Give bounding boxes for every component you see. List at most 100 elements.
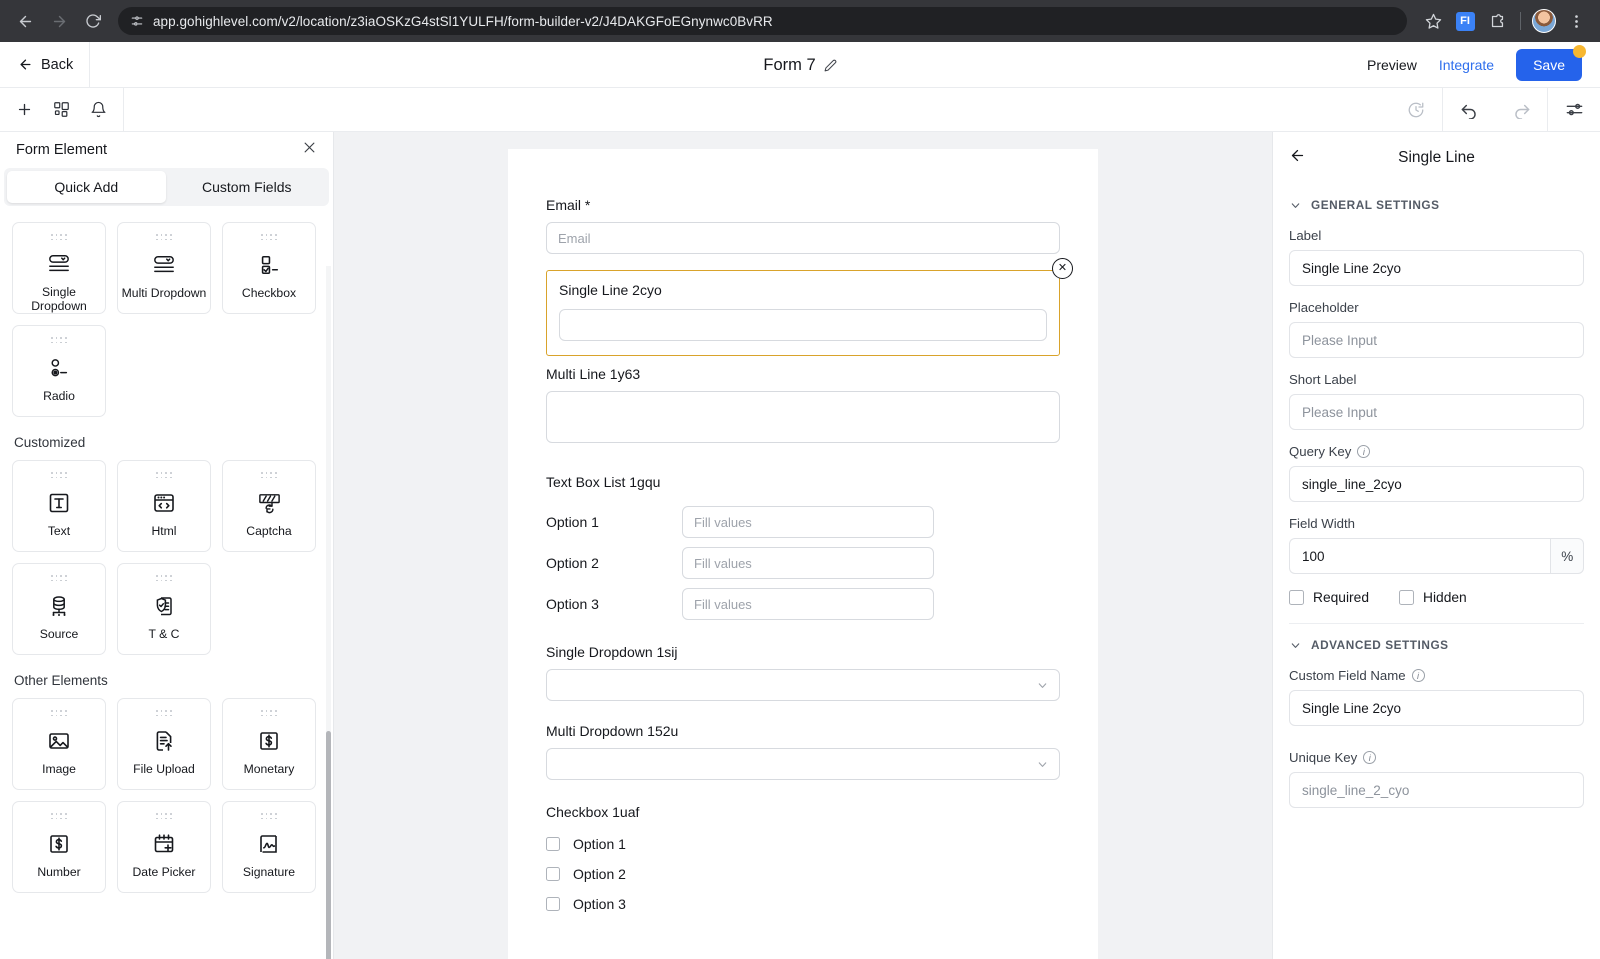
custom-field-name-input[interactable]	[1289, 690, 1584, 726]
field-width-input[interactable]	[1289, 538, 1550, 574]
radio-icon	[46, 351, 72, 385]
advanced-settings-header[interactable]: ADVANCED SETTINGS	[1289, 638, 1584, 652]
captcha-icon	[257, 486, 282, 520]
checkbox-option[interactable]: Option 1	[546, 836, 1060, 852]
hidden-checkbox[interactable]: Hidden	[1399, 590, 1467, 605]
info-icon[interactable]: i	[1357, 445, 1370, 458]
sliders-icon[interactable]	[1548, 88, 1600, 132]
query-key-input[interactable]	[1289, 466, 1584, 502]
element-tile-source[interactable]: Source	[12, 563, 106, 655]
multi-dropdown-select[interactable]	[546, 748, 1060, 780]
required-checkbox[interactable]: Required	[1289, 590, 1369, 605]
browser-forward-button[interactable]	[44, 6, 74, 36]
star-icon[interactable]	[1419, 7, 1447, 35]
setting-unique-key-text: Unique Key	[1289, 750, 1357, 765]
multi-dropdown-icon	[151, 248, 177, 282]
element-tile-label: File Upload	[133, 762, 195, 776]
browser-reload-button[interactable]	[78, 6, 108, 36]
field-checkbox-group-label: Checkbox 1uaf	[546, 804, 1060, 820]
single-dropdown-select[interactable]	[546, 669, 1060, 701]
element-tile-html[interactable]: Html	[117, 460, 211, 552]
info-icon[interactable]: i	[1363, 751, 1376, 764]
field-email-label-text: Email	[546, 197, 581, 213]
checkbox-icon[interactable]	[546, 897, 560, 911]
kebab-menu-icon[interactable]	[1562, 7, 1590, 35]
address-bar[interactable]: app.gohighlevel.com/v2/location/z3iaOSKz…	[118, 7, 1407, 35]
text-box-list-row: Option 1	[546, 506, 1060, 538]
checkbox-icon[interactable]	[1399, 590, 1414, 605]
element-tile-multi-dropdown[interactable]: Multi Dropdown	[117, 222, 211, 314]
element-tile-date-picker[interactable]: Date Picker	[117, 801, 211, 893]
text-box-list-input[interactable]	[682, 588, 934, 620]
chrome-divider	[1520, 12, 1521, 30]
element-tile-label: Single Dropdown	[13, 285, 105, 313]
remove-field-icon[interactable]: ✕	[1052, 258, 1073, 279]
tab-quick-add[interactable]: Quick Add	[7, 171, 166, 203]
section-label-customized: Customized	[14, 435, 319, 450]
short-label-input[interactable]	[1289, 394, 1584, 430]
text-box-list-input[interactable]	[682, 506, 934, 538]
unique-key-input[interactable]	[1289, 772, 1584, 808]
setting-query-key-text: Query Key	[1289, 444, 1351, 459]
field-text-box-list-label: Text Box List 1gqu	[546, 474, 1060, 490]
element-tile-text[interactable]: Text	[12, 460, 106, 552]
url-text: app.gohighlevel.com/v2/location/z3iaOSKz…	[153, 14, 773, 29]
preview-button[interactable]: Preview	[1367, 57, 1417, 73]
bell-icon[interactable]	[90, 101, 107, 118]
panel-scrollbar-thumb[interactable]	[326, 731, 331, 959]
checkbox-option[interactable]: Option 2	[546, 866, 1060, 882]
element-tile-single-dropdown[interactable]: Single Dropdown	[12, 222, 106, 314]
pencil-icon[interactable]	[824, 59, 837, 72]
element-tile-signature[interactable]: Signature	[222, 801, 316, 893]
field-multi-line[interactable]: Multi Line 1y63	[546, 366, 1060, 448]
close-icon[interactable]	[302, 140, 317, 160]
field-multi-line-label: Multi Line 1y63	[546, 366, 1060, 382]
text-box-list-input[interactable]	[682, 547, 934, 579]
element-tile-image[interactable]: Image	[12, 698, 106, 790]
save-button[interactable]: Save	[1516, 49, 1582, 81]
text-icon	[47, 486, 71, 520]
checkbox-icon[interactable]	[546, 867, 560, 881]
field-settings-panel: Single Line GENERAL SETTINGS Label Place…	[1272, 132, 1600, 959]
components-icon[interactable]	[53, 101, 70, 118]
site-settings-icon[interactable]	[130, 14, 144, 28]
browser-back-button[interactable]	[10, 6, 40, 36]
drag-grip-icon	[261, 234, 277, 243]
email-input[interactable]	[546, 222, 1060, 254]
element-tile-captcha[interactable]: Captcha	[222, 460, 316, 552]
tab-custom-fields[interactable]: Custom Fields	[168, 171, 327, 203]
checkbox-icon[interactable]	[1289, 590, 1304, 605]
extensions-icon[interactable]	[1483, 7, 1511, 35]
history-clock-icon[interactable]	[1390, 88, 1442, 132]
element-tile-number[interactable]: Number	[12, 801, 106, 893]
field-multi-dropdown[interactable]: Multi Dropdown 152u	[546, 723, 1060, 780]
single-line-input[interactable]	[559, 309, 1047, 341]
element-tile-file-upload[interactable]: File Upload	[117, 698, 211, 790]
extension-badge-fi[interactable]: FI	[1451, 7, 1479, 35]
checkbox-icon[interactable]	[546, 837, 560, 851]
redo-icon[interactable]	[1495, 88, 1547, 132]
multi-line-textarea[interactable]	[546, 391, 1060, 443]
placeholder-input[interactable]	[1289, 322, 1584, 358]
label-input[interactable]	[1289, 250, 1584, 286]
section-label-other-elements: Other Elements	[14, 673, 319, 688]
integrate-button[interactable]: Integrate	[1439, 57, 1494, 73]
back-arrow-icon[interactable]	[1289, 147, 1306, 169]
field-single-dropdown[interactable]: Single Dropdown 1sij	[546, 644, 1060, 701]
info-icon[interactable]: i	[1412, 669, 1425, 682]
back-button[interactable]: Back	[0, 42, 90, 88]
field-multi-dropdown-label: Multi Dropdown 152u	[546, 723, 1060, 739]
field-single-line-selected[interactable]: ✕ Single Line 2cyo	[546, 270, 1060, 356]
element-tile-radio[interactable]: Radio	[12, 325, 106, 417]
element-group-customized: Text Html Captcha	[12, 460, 319, 655]
checkbox-option[interactable]: Option 3	[546, 896, 1060, 912]
field-email[interactable]: Email *	[546, 197, 1060, 254]
undo-icon[interactable]	[1443, 88, 1495, 132]
element-tile-terms-conditions[interactable]: T & C	[117, 563, 211, 655]
element-tile-checkbox[interactable]: Checkbox	[222, 222, 316, 314]
plus-icon[interactable]	[16, 101, 33, 118]
drag-grip-icon	[51, 234, 67, 243]
general-settings-header[interactable]: GENERAL SETTINGS	[1289, 198, 1584, 212]
element-tile-monetary[interactable]: Monetary	[222, 698, 316, 790]
profile-avatar[interactable]	[1530, 7, 1558, 35]
